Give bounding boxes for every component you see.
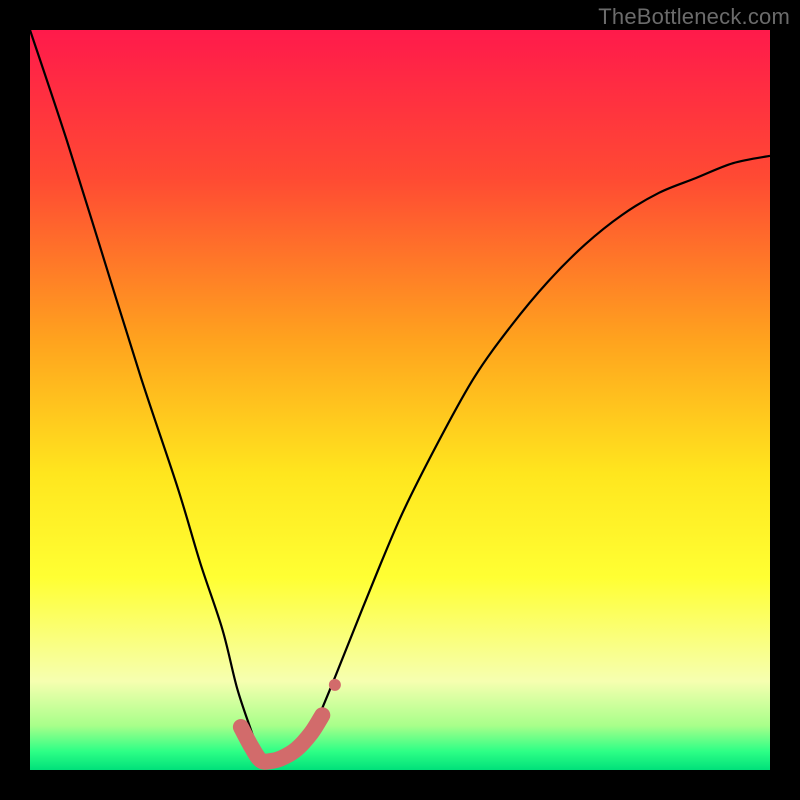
- highlight-dot: [329, 679, 341, 691]
- bottleneck-chart: [30, 30, 770, 770]
- gradient-background: [30, 30, 770, 770]
- watermark-text: TheBottleneck.com: [598, 4, 790, 30]
- chart-frame: TheBottleneck.com: [0, 0, 800, 800]
